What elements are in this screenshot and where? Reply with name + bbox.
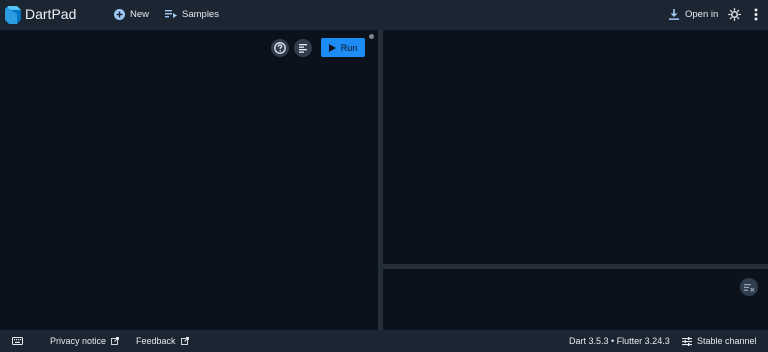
download-icon bbox=[668, 8, 680, 20]
new-button[interactable]: New bbox=[113, 8, 149, 20]
more-vert-icon[interactable] bbox=[754, 8, 758, 21]
clear-all-icon bbox=[743, 283, 754, 292]
run-button-label: Run bbox=[340, 42, 358, 53]
format-button[interactable] bbox=[294, 39, 312, 57]
dart-logo-icon bbox=[5, 6, 21, 24]
clear-console-button[interactable] bbox=[740, 278, 758, 296]
samples-button-label: Samples bbox=[182, 8, 219, 20]
privacy-notice-label: Privacy notice bbox=[50, 336, 107, 346]
new-button-label: New bbox=[130, 8, 150, 20]
help-icon bbox=[274, 42, 286, 54]
samples-button[interactable]: Samples bbox=[165, 8, 219, 20]
feedback-link[interactable]: Feedback bbox=[136, 336, 189, 346]
help-button[interactable] bbox=[271, 39, 289, 57]
open-in-button-label: Open in bbox=[685, 8, 719, 20]
status-indicator bbox=[369, 34, 374, 39]
app-title: DartPad bbox=[25, 6, 77, 22]
add-circle-icon bbox=[113, 8, 125, 20]
tune-icon bbox=[682, 336, 692, 346]
keyboard-icon bbox=[12, 337, 23, 345]
version-info: Dart 3.5.3 • Flutter 3.24.3 bbox=[569, 336, 670, 346]
status-bar: Privacy notice Feedback Dart 3.5.3 • Flu… bbox=[0, 330, 768, 352]
version-text: Dart 3.5.3 • Flutter 3.24.3 bbox=[569, 336, 670, 346]
keyboard-shortcuts-button[interactable] bbox=[12, 337, 23, 345]
playlist-icon bbox=[165, 8, 177, 20]
open-in-new-icon bbox=[111, 337, 119, 345]
channel-label: Stable channel bbox=[697, 336, 757, 346]
brightness-icon[interactable] bbox=[728, 8, 741, 21]
console-panel bbox=[383, 269, 768, 330]
channel-selector[interactable]: Stable channel bbox=[682, 336, 757, 346]
output-panel bbox=[383, 30, 768, 264]
format-align-icon bbox=[299, 44, 307, 53]
open-in-new-icon bbox=[180, 337, 189, 345]
feedback-label: Feedback bbox=[136, 336, 176, 346]
code-editor-panel[interactable] bbox=[0, 30, 378, 330]
privacy-notice-link[interactable]: Privacy notice bbox=[50, 336, 119, 346]
top-app-bar: DartPad New Samples Open in bbox=[0, 0, 768, 30]
open-in-button[interactable]: Open in bbox=[668, 8, 718, 20]
play-icon bbox=[328, 43, 336, 52]
run-button[interactable]: Run bbox=[321, 38, 365, 57]
